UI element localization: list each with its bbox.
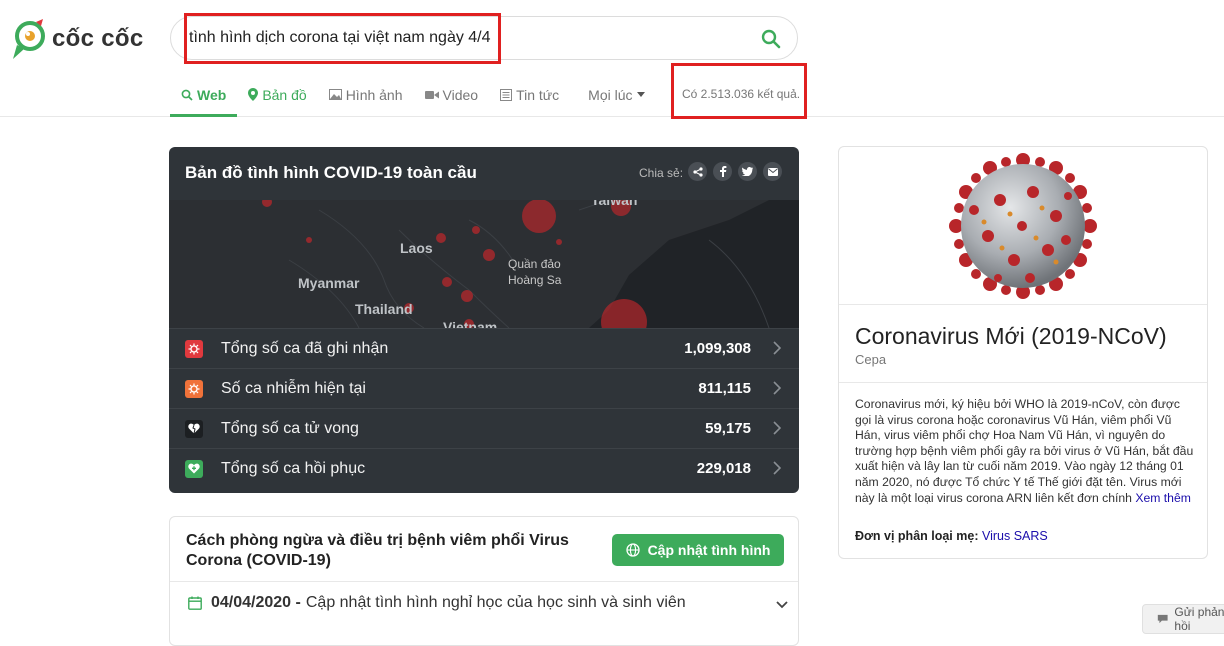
tab-images[interactable]: Hình ảnh [318, 72, 414, 117]
search-button[interactable] [756, 24, 786, 54]
feedback-button[interactable]: Gửi phản hồi [1142, 604, 1224, 634]
map-label-taiwan: Taiwan [591, 200, 638, 208]
knowledge-panel-title: Coronavirus Mới (2019-NCoV) [855, 323, 1167, 349]
tab-video[interactable]: Video [414, 72, 490, 117]
globe-icon [625, 543, 640, 557]
facebook-icon[interactable] [713, 162, 732, 181]
classification-label: Đơn vị phân loại mẹ: [855, 529, 979, 543]
stat-label: Số ca nhiễm hiện tại [221, 379, 366, 397]
stat-label: Tổng số ca đã ghi nhận [221, 339, 389, 357]
coccoc-logo[interactable]: cốc cốc [12, 18, 143, 60]
map-label-paracel-line2: Hoàng Sa [508, 273, 562, 287]
results-count: Có 2.513.036 kết quả. [682, 87, 801, 101]
feedback-label: Gửi phản hồi [1174, 605, 1224, 633]
stat-value: 229,018 [696, 460, 751, 477]
covid-map-card: Bản đồ tình hình COVID-19 toàn cầu Chia … [169, 147, 799, 493]
stat-row-total-cases[interactable]: Tổng số ca đã ghi nhận 1,099,308 [169, 328, 799, 368]
share-icon[interactable] [688, 162, 707, 181]
knowledge-panel-subtitle: Cepa [855, 352, 887, 367]
search-tabs: Web Bản đồ Hình ảnh Video Tin tức Mọi lú… [170, 72, 656, 117]
covid-card-title: Bản đồ tình hình COVID-19 toàn cầu [185, 163, 477, 182]
update-list-item[interactable]: 04/04/2020 - Cập nhật tình hình nghỉ học… [170, 581, 798, 623]
chevron-right-icon [773, 421, 781, 435]
header: cốc cốc Web Bản đồ Hình ảnh Video Tin [0, 0, 1224, 119]
update-button-label: Cập nhật tình hình [647, 542, 771, 558]
tab-label: Bản đồ [262, 86, 307, 103]
share-icons [688, 162, 782, 181]
prevention-title: Cách phòng ngừa và điều trị bệnh viêm ph… [186, 532, 569, 569]
map-label-laos: Laos [400, 240, 433, 256]
chevron-right-icon [773, 381, 781, 395]
coccoc-logo-icon [12, 19, 46, 59]
knowledge-panel-description: Coronavirus mới, ký hiệu bởi WHO là 2019… [855, 397, 1195, 506]
stat-row-active-cases[interactable]: Số ca nhiễm hiện tại 811,115 [169, 368, 799, 408]
map-label-myanmar: Myanmar [298, 275, 360, 291]
update-text: Cập nhật tình hình nghỉ học của học sinh… [305, 593, 686, 611]
stat-label: Tổng số ca tử vong [221, 419, 359, 437]
twitter-icon[interactable] [738, 162, 757, 181]
covid-world-map[interactable]: Taiwan Laos Myanmar Thailand Vietnam Quầ… [169, 200, 799, 328]
tab-news[interactable]: Tin tức [489, 72, 570, 117]
knowledge-panel: Coronavirus Mới (2019-NCoV) Cepa Coronav… [838, 146, 1208, 559]
tab-map[interactable]: Bản đồ [237, 72, 317, 117]
image-icon [328, 89, 342, 100]
knowledge-panel-divider [839, 382, 1207, 383]
tab-web[interactable]: Web [170, 72, 238, 117]
search-box [170, 16, 798, 60]
broken-heart-icon [185, 419, 203, 438]
tab-label: Hình ảnh [345, 86, 403, 103]
search-icon [761, 29, 781, 49]
chevron-right-icon [773, 461, 781, 475]
stat-value: 1,099,308 [684, 340, 751, 357]
email-icon[interactable] [763, 162, 782, 181]
news-icon [500, 88, 513, 101]
classification-link[interactable]: Virus SARS [982, 529, 1048, 543]
calendar-icon [188, 596, 202, 610]
video-icon [424, 90, 439, 99]
stat-value: 59,175 [705, 420, 751, 437]
stat-row-recovered[interactable]: Tổng số ca hồi phục 229,018 [169, 448, 799, 488]
caret-down-icon [636, 92, 645, 97]
share-label: Chia sẻ: [639, 166, 684, 180]
coronavirus-illustration [949, 152, 1097, 299]
map-background [169, 200, 799, 328]
stat-row-deaths[interactable]: Tổng số ca tử vong 59,175 [169, 408, 799, 448]
stat-value: 811,115 [698, 380, 751, 397]
tab-label: Video [442, 86, 479, 103]
chevron-right-icon [773, 341, 781, 355]
tab-time-filter[interactable]: Mọi lúc [570, 72, 655, 117]
chat-bubble-icon [1157, 614, 1168, 624]
map-label-vietnam: Vietnam [443, 319, 498, 328]
coronavirus-image[interactable] [839, 147, 1207, 305]
stat-label: Tổng số ca hồi phục [221, 459, 366, 477]
virus-icon [185, 379, 203, 398]
tab-label: Web [197, 86, 227, 103]
map-label-paracel-line1: Quần đảo [508, 257, 561, 271]
tab-label: Mọi lúc [588, 86, 633, 103]
tab-label: Tin tức [516, 86, 560, 103]
map-label-thailand: Thailand [355, 301, 413, 317]
heart-plus-icon [185, 459, 203, 478]
logo-text: cốc cốc [52, 25, 144, 52]
see-more-link[interactable]: Xem thêm [1135, 491, 1191, 505]
map-pin-icon [248, 88, 259, 101]
prevention-card: Cách phòng ngừa và điều trị bệnh viêm ph… [169, 516, 799, 646]
chevron-down-icon [776, 601, 788, 609]
search-icon [181, 89, 193, 101]
description-text: Coronavirus mới, ký hiệu bởi WHO là 2019… [855, 397, 1194, 505]
classification-row: Đơn vị phân loại mẹ: Virus SARS [855, 529, 1048, 543]
update-status-button[interactable]: Cập nhật tình hình [612, 534, 784, 566]
update-date: 04/04/2020 - [211, 593, 301, 611]
search-input[interactable] [189, 17, 749, 59]
virus-icon [185, 339, 203, 358]
